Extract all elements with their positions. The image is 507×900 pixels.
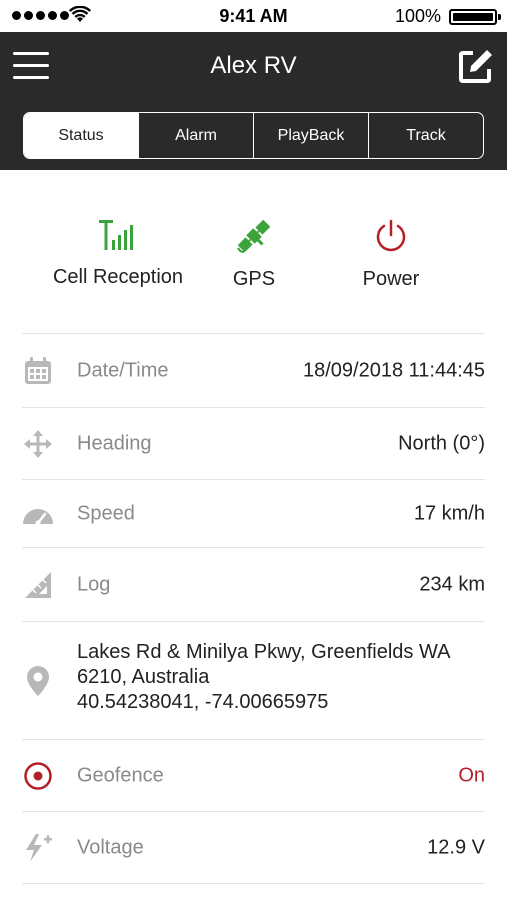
power-label: Power xyxy=(362,268,420,290)
calendar-icon xyxy=(22,355,54,387)
power-icon xyxy=(376,219,406,252)
speedometer-icon xyxy=(22,498,54,530)
datetime-label: Date/Time xyxy=(77,359,169,381)
address-line-1: Lakes Rd & Minilya Pkwy, Greenfields WA xyxy=(77,641,451,663)
voltage-value: 12.9 V xyxy=(427,836,485,858)
geofence-value: On xyxy=(458,764,485,786)
satellite-icon xyxy=(237,219,271,253)
cell-reception-status: Cell Reception xyxy=(48,218,188,289)
datetime-value: 18/09/2018 11:44:45 xyxy=(302,359,485,381)
app-header: Alex RV Status Alarm PlayBack Track xyxy=(0,32,507,170)
view-tabs: Status Alarm PlayBack Track xyxy=(23,112,484,159)
battery-icon xyxy=(449,9,501,25)
cell-reception-label: Cell Reception xyxy=(52,266,184,288)
location-pin-icon xyxy=(22,665,54,697)
location-coordinates: 40.54238041, -74.00665975 xyxy=(77,691,329,713)
tab-status[interactable]: Status xyxy=(24,113,139,158)
gps-label: GPS xyxy=(232,268,276,290)
log-label: Log xyxy=(77,573,111,595)
status-bar: 9:41 AM 100% xyxy=(0,0,507,32)
detail-row-geofence: Geofence On xyxy=(22,740,485,812)
geofence-target-icon xyxy=(22,760,54,792)
detail-row-location: Lakes Rd & Minilya Pkwy, Greenfields WA … xyxy=(22,622,485,740)
detail-row-heading: Heading North (0°) xyxy=(22,408,485,480)
voltage-label: Voltage xyxy=(77,836,144,858)
tab-track[interactable]: Track xyxy=(369,113,483,158)
battery-percent: 100% xyxy=(394,6,441,26)
ruler-triangle-icon xyxy=(22,569,54,601)
tab-alarm[interactable]: Alarm xyxy=(139,113,254,158)
power-status: Power xyxy=(351,218,431,291)
geofence-label: Geofence xyxy=(77,764,164,786)
location-address: Lakes Rd & Minilya Pkwy, Greenfields WA … xyxy=(77,640,450,715)
device-status-indicators: Cell Reception GPS Power xyxy=(0,170,507,333)
edit-icon[interactable] xyxy=(457,47,495,85)
voltage-bolt-icon xyxy=(22,832,54,864)
speed-label: Speed xyxy=(77,502,135,524)
address-line-2: 6210, Australia xyxy=(77,666,210,688)
tab-playback[interactable]: PlayBack xyxy=(254,113,369,158)
device-details-list: Date/Time 18/09/2018 11:44:45 Heading No… xyxy=(22,333,485,884)
speed-value: 17 km/h xyxy=(413,502,485,524)
detail-row-log: Log 234 km xyxy=(22,548,485,622)
gps-status: GPS xyxy=(214,218,294,291)
page-title: Alex RV xyxy=(210,52,297,79)
heading-value: North (0°) xyxy=(398,432,485,454)
detail-row-speed: Speed 17 km/h xyxy=(22,480,485,548)
detail-row-voltage: Voltage 12.9 V xyxy=(22,812,485,884)
detail-row-datetime: Date/Time 18/09/2018 11:44:45 xyxy=(22,334,485,408)
log-value: 234 km xyxy=(419,573,485,595)
cell-signal-icon xyxy=(99,220,133,250)
move-arrows-icon xyxy=(22,428,54,460)
heading-label: Heading xyxy=(77,432,152,454)
